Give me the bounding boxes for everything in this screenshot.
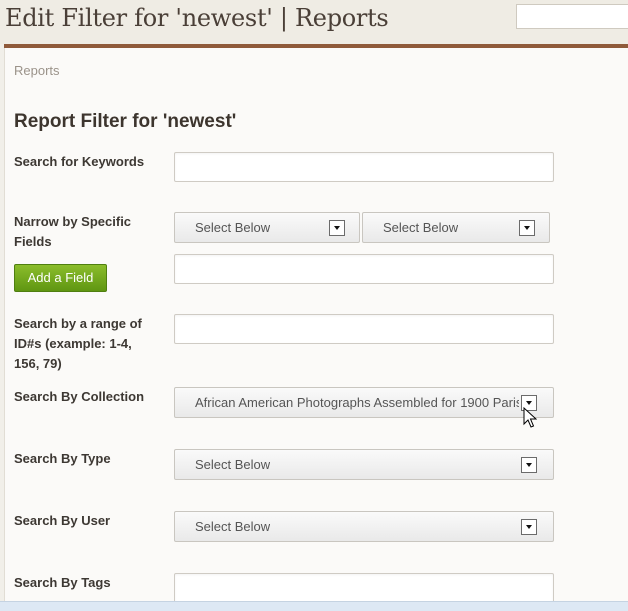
user-select-value: Select Below — [195, 519, 271, 534]
user-select[interactable]: Select Below — [174, 511, 554, 542]
page-title: Edit Filter for 'newest' | Reports — [5, 4, 389, 32]
form-title: Report Filter for 'newest' — [14, 111, 237, 132]
type-select-value: Select Below — [195, 457, 271, 472]
operator-select-value: Select Below — [383, 220, 459, 235]
type-label: Search By Type — [14, 451, 111, 466]
id-range-label-line1: Search by a range of — [14, 316, 142, 331]
site-search-input[interactable] — [516, 4, 628, 29]
chevron-down-icon[interactable] — [329, 220, 345, 236]
chevron-down-icon[interactable] — [521, 519, 537, 535]
type-select[interactable]: Select Below — [174, 449, 554, 480]
keywords-input[interactable] — [174, 152, 554, 182]
id-range-label: Search by a range of ID#s (example: 1-4,… — [14, 314, 142, 374]
id-range-label-line2: ID#s (example: 1-4, — [14, 336, 132, 351]
id-range-input[interactable] — [174, 314, 554, 344]
narrow-fields-label-line1: Narrow by Specific — [14, 214, 132, 229]
narrow-fields-label: Narrow by Specific Fields — [14, 212, 131, 252]
chevron-down-icon[interactable] — [519, 220, 535, 236]
breadcrumb[interactable]: Reports — [14, 63, 60, 78]
chevron-down-icon[interactable] — [521, 457, 537, 473]
keywords-label: Search for Keywords — [14, 154, 145, 169]
field-select[interactable]: Select Below — [174, 212, 360, 243]
top-bar: Edit Filter for 'newest' | Reports — [0, 0, 628, 44]
tags-label: Search By Tags — [14, 575, 111, 590]
id-range-label-line3: 156, 79) — [14, 356, 62, 371]
collection-label: Search By Collection — [14, 389, 145, 404]
user-label: Search By User — [14, 513, 111, 528]
field-select-value: Select Below — [195, 220, 271, 235]
add-field-button[interactable]: Add a Field — [14, 264, 107, 292]
mouse-pointer-icon — [523, 407, 537, 428]
bottom-strip — [0, 601, 628, 611]
operator-select[interactable]: Select Below — [362, 212, 550, 243]
field-value-input[interactable] — [174, 254, 554, 284]
narrow-fields-label-line2: Fields — [14, 234, 52, 249]
collection-select-value: African American Photographs Assembled f… — [195, 395, 519, 410]
tags-input[interactable] — [174, 573, 554, 603]
collection-select[interactable]: African American Photographs Assembled f… — [174, 387, 554, 418]
